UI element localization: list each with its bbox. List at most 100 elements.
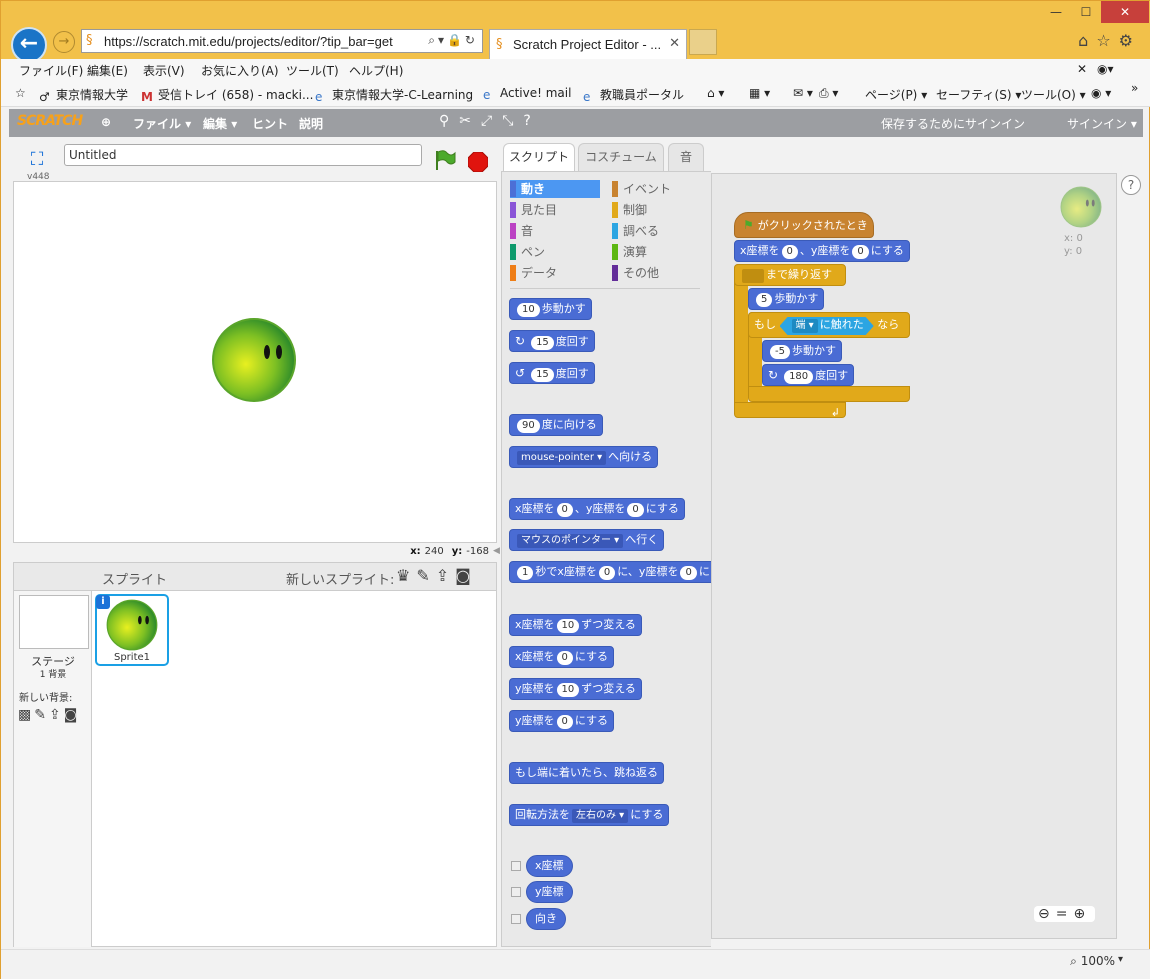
cmd-tools[interactable]: ツール(O) ▾ <box>1021 86 1086 103</box>
green-flag-icon[interactable] <box>433 149 457 171</box>
category-sound[interactable]: 音 <box>510 222 600 240</box>
backdrop-upload-icon[interactable]: ⇪ <box>49 707 64 723</box>
camera-icon[interactable]: ◙ <box>455 566 477 585</box>
cmd-home-icon[interactable]: ⌂ ▾ <box>707 86 724 100</box>
tab-close-icon[interactable]: ✕ <box>669 36 680 51</box>
fullscreen-icon[interactable]: ⛶ <box>23 149 51 173</box>
backdrop-library-icon[interactable]: ▩ <box>18 707 34 723</box>
tab-scripts[interactable]: スクリプト <box>503 143 575 171</box>
tab-sounds[interactable]: 音 <box>668 143 704 171</box>
scratch-menu-edit[interactable]: 編集 ▾ <box>203 115 237 132</box>
compat-icon[interactable]: ◉▾ <box>1097 62 1114 76</box>
collapse-stage-icon[interactable]: ◀ <box>493 546 501 556</box>
forward-button[interactable]: → <box>53 31 75 53</box>
block-bounce[interactable]: もし端に着いたら、跳ね返る <box>509 762 664 784</box>
script-if[interactable]: もし 端 ▾ に触れた なら <box>748 312 910 338</box>
upload-icon[interactable]: ⇪ <box>436 566 455 585</box>
category-motion[interactable]: 動き <box>510 180 600 198</box>
block-turn-left[interactable]: ↺ 15 度回す <box>509 362 595 384</box>
favorites-add-icon[interactable]: ☆ <box>15 86 26 100</box>
smiley-sprite[interactable] <box>211 317 297 403</box>
script-area[interactable]: x: 0 y: 0 ⚑ がクリックされたとき x座標を 0 、y座標を 0 にする まで繰… <box>711 173 1117 939</box>
scratch-logo[interactable]: SCRATCH <box>17 113 83 129</box>
reporter-x-position[interactable]: x座標 <box>526 855 573 877</box>
close-icon[interactable]: ✕ <box>1101 1 1149 23</box>
script-turn-right[interactable]: ↻ 180 度回す <box>762 364 855 386</box>
fav-c-learning[interactable]: e 東京情報大学-C-Learning <box>315 86 473 104</box>
script-when-flag-clicked[interactable]: ⚑ がクリックされたとき <box>734 212 874 238</box>
menu-edit[interactable]: 編集(E) <box>87 62 128 79</box>
scratch-menu-tips[interactable]: ヒント <box>252 115 288 132</box>
address-bar-icons[interactable]: ⌕▾🔒↻ <box>428 33 478 48</box>
cmd-mail-icon[interactable]: ✉ ▾ <box>793 86 813 100</box>
block-move-steps[interactable]: 10 歩動かす <box>509 298 592 320</box>
checkbox-x-position[interactable] <box>511 861 521 871</box>
block-goto[interactable]: マウスのポインター ▾ へ行く <box>509 529 665 551</box>
category-looks[interactable]: 見た目 <box>510 201 600 219</box>
menu-favorites[interactable]: お気に入り(A) <box>201 62 279 79</box>
category-pen[interactable]: ペン <box>510 243 600 261</box>
scratch-menu-about[interactable]: 説明 <box>299 115 323 132</box>
save-signin-link[interactable]: 保存するためにサインイン <box>881 115 1025 132</box>
touching-condition[interactable]: 端 ▾ に触れた <box>780 317 874 335</box>
cmd-page[interactable]: ページ(P) ▾ <box>865 86 927 103</box>
checkbox-direction[interactable] <box>511 914 521 924</box>
maximize-icon[interactable]: ☐ <box>1071 1 1101 23</box>
block-set-x[interactable]: x座標を 0 にする <box>509 646 615 668</box>
grow-icon[interactable]: ⤢ <box>481 113 502 129</box>
close-toolbar-icon[interactable]: ✕ <box>1077 62 1087 76</box>
stage-thumbnail[interactable] <box>19 595 89 649</box>
help-block-icon[interactable]: ? <box>523 113 540 129</box>
stop-icon[interactable] <box>468 152 488 172</box>
zoom-in-icon[interactable]: ⊕ <box>1073 906 1091 922</box>
block-change-x[interactable]: x座標を 10 ずつ変える <box>509 614 642 636</box>
cmd-safety[interactable]: セーフティ(S) ▾ <box>936 86 1021 103</box>
shrink-icon[interactable]: ⤡ <box>502 113 523 129</box>
zoom-level[interactable]: ⌕ 100% <box>1070 954 1115 969</box>
category-sensing[interactable]: 調べる <box>612 222 702 240</box>
zoom-dropdown-icon[interactable]: ▾ <box>1118 954 1123 965</box>
delete-icon[interactable]: ✂ <box>459 113 481 129</box>
home-icon[interactable]: ⌂ <box>1078 31 1096 50</box>
block-point-direction[interactable]: 90 度に向ける <box>509 414 603 436</box>
project-title-input[interactable] <box>64 144 422 166</box>
category-control[interactable]: 制御 <box>612 201 702 219</box>
script-move-steps-2[interactable]: -5 歩動かす <box>762 340 842 362</box>
fav-tokyo-univ[interactable]: ♂ 東京情報大学 <box>39 86 128 104</box>
script-goto-xy[interactable]: x座標を 0 、y座標を 0 にする <box>734 240 910 262</box>
browser-tab-scratch[interactable]: § Scratch Project Editor - ... ✕ <box>489 29 687 59</box>
paint-brush-icon[interactable]: ✎ <box>416 566 435 585</box>
block-glide[interactable]: 1 秒でx座標を 0 に、y座標を 0 に <box>509 561 711 583</box>
block-set-y[interactable]: y座標を 0 にする <box>509 710 615 732</box>
cmd-print-icon[interactable]: ⎙ ▾ <box>819 86 838 101</box>
address-bar[interactable]: § https://scratch.mit.edu/projects/edito… <box>81 29 483 53</box>
fav-gmail[interactable]: M 受信トレイ (658) - macki... <box>141 86 313 104</box>
backdrop-paint-icon[interactable]: ✎ <box>34 707 49 723</box>
duplicate-icon[interactable]: ⚲ <box>439 113 459 129</box>
overflow-chevron-icon[interactable]: » <box>1131 81 1138 95</box>
new-tab-button[interactable] <box>689 29 717 55</box>
block-rotation-style[interactable]: 回転方法を 左右のみ ▾ にする <box>509 804 670 826</box>
cmd-help-icon[interactable]: ◉ ▾ <box>1091 86 1111 100</box>
zoom-out-icon[interactable]: ⊖ <box>1038 906 1056 922</box>
language-globe-icon[interactable]: ⊕ <box>101 115 111 129</box>
scratch-menu-file[interactable]: ファイル ▾ <box>133 115 191 132</box>
tab-costumes[interactable]: コスチューム <box>578 143 664 171</box>
category-data[interactable]: データ <box>510 264 600 282</box>
fav-active-mail[interactable]: e Active! mail <box>483 86 571 102</box>
star-icon[interactable]: ☆ <box>1096 31 1118 50</box>
cmd-feeds-icon[interactable]: ▦ ▾ <box>749 86 770 100</box>
category-more[interactable]: その他 <box>612 264 702 282</box>
zoom-reset-icon[interactable]: = <box>1056 906 1074 922</box>
block-change-y[interactable]: y座標を 10 ずつ変える <box>509 678 642 700</box>
category-events[interactable]: イベント <box>612 180 702 198</box>
signin-button[interactable]: サインイン ▾ <box>1067 115 1137 132</box>
sprite-thumbnail[interactable]: i Sprite1 <box>95 594 169 666</box>
sprite-library-icon[interactable]: ♛ <box>396 566 416 585</box>
category-operators[interactable]: 演算 <box>612 243 702 261</box>
reporter-y-position[interactable]: y座標 <box>526 881 573 903</box>
url-text[interactable]: https://scratch.mit.edu/projects/editor/… <box>104 34 414 49</box>
script-repeat-until[interactable]: まで繰り返す <box>734 264 846 286</box>
backdrop-camera-icon[interactable]: ◙ <box>64 707 81 723</box>
gear-icon[interactable]: ⚙ <box>1119 31 1141 50</box>
